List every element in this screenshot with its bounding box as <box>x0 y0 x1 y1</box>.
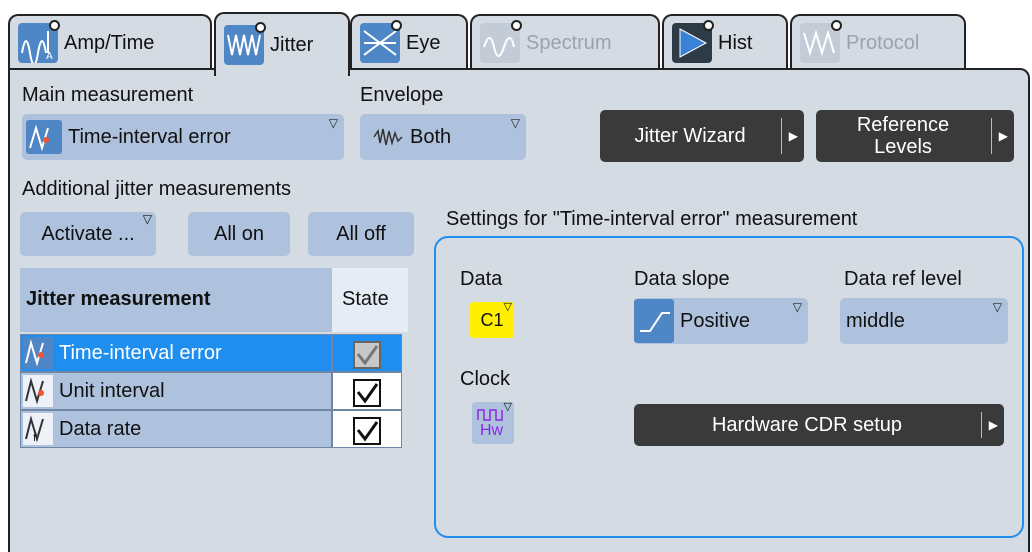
histogram-icon <box>672 20 714 63</box>
envelope-value: Both <box>410 125 452 148</box>
hardware-cdr-setup-button[interactable]: Hardware CDR setup ▶ <box>634 404 1004 446</box>
tab-hist[interactable]: Hist <box>662 14 788 70</box>
row-name-cell[interactable]: f Data rate <box>20 410 332 448</box>
tab-protocol[interactable]: Protocol <box>790 14 966 70</box>
time-interval-error-icon <box>26 120 62 154</box>
settings-title: Settings for "Time-interval error" measu… <box>446 208 858 230</box>
row-name: Time-interval error <box>59 341 222 364</box>
jitter-icon <box>224 22 266 65</box>
chevron-down-icon: ▽ <box>510 116 520 130</box>
table-row[interactable]: Unit interval <box>20 372 408 410</box>
activate-label: Activate ... <box>41 222 135 245</box>
chevron-down-icon: ▽ <box>328 116 338 130</box>
tab-jitter[interactable]: Jitter <box>214 12 350 76</box>
chevron-down-icon: ▽ <box>503 301 512 313</box>
svg-text:A: A <box>46 51 53 62</box>
hardware-cdr-setup-label: Hardware CDR setup <box>711 413 903 436</box>
main-measurement-label: Main measurement <box>22 84 194 106</box>
reference-levels-label-line2: Levels <box>874 136 932 158</box>
all-off-button[interactable]: All off <box>308 212 414 256</box>
row-name: Unit interval <box>59 379 165 402</box>
row-name: Data rate <box>59 417 142 440</box>
data-slope-label: Data slope <box>634 268 730 290</box>
envelope-icon <box>372 127 404 147</box>
arrow-right-icon: ▶ <box>988 418 998 432</box>
protocol-icon <box>800 20 842 63</box>
all-on-label: All on <box>213 222 265 245</box>
state-checkbox[interactable] <box>353 341 381 369</box>
state-header: State <box>342 288 389 310</box>
row-state-cell[interactable] <box>332 372 402 410</box>
table-row[interactable]: f Data rate <box>20 410 408 448</box>
state-checkbox[interactable] <box>353 379 381 407</box>
clock-source-value: Hw <box>480 422 504 439</box>
table-row[interactable]: Time-interval error <box>20 334 408 372</box>
envelope-dropdown[interactable]: Both ▽ <box>360 114 526 160</box>
row-name-cell[interactable]: Time-interval error <box>20 334 332 372</box>
chevron-down-icon: ▽ <box>792 300 802 314</box>
unit-interval-icon <box>23 375 53 407</box>
data-ref-level-label: Data ref level <box>844 268 962 290</box>
clock-source-button[interactable]: Hw ▽ <box>472 401 514 444</box>
jitter-wizard-button[interactable]: Jitter Wizard ▶ <box>600 110 804 162</box>
additional-measurements-label: Additional jitter measurements <box>22 178 292 200</box>
data-ref-level-dropdown[interactable]: middle ▽ <box>840 298 1008 344</box>
tab-amp-time[interactable]: A Amp/Time <box>8 14 212 70</box>
data-source-button[interactable]: C1 ▽ <box>470 301 514 338</box>
tab-jitter-label: Jitter <box>270 33 314 56</box>
data-ref-level-value: middle <box>846 309 905 332</box>
data-rate-icon: f <box>23 413 53 445</box>
envelope-label: Envelope <box>360 84 444 106</box>
tab-spectrum-label: Spectrum <box>526 31 612 54</box>
jitter-table-header: Jitter measurement State <box>20 268 408 332</box>
reference-levels-label-line1: Reference <box>856 114 950 136</box>
chevron-down-icon: ▽ <box>503 401 512 413</box>
clock-label: Clock <box>460 368 511 390</box>
data-slope-value: Positive <box>680 309 751 332</box>
jitter-wizard-label: Jitter Wizard <box>634 124 746 147</box>
state-header-cell: State <box>332 268 408 332</box>
jitter-measurement-header: Jitter measurement <box>26 288 211 310</box>
settings-box: Data C1 ▽ Data slope Positive ▽ Data ref… <box>434 236 1024 538</box>
state-checkbox[interactable] <box>353 417 381 445</box>
all-off-label: All off <box>336 222 386 245</box>
activate-button[interactable]: Activate ... ▽ <box>20 212 156 256</box>
time-interval-error-icon <box>23 337 53 369</box>
tab-hist-label: Hist <box>718 31 753 54</box>
tab-spectrum[interactable]: Spectrum <box>470 14 660 70</box>
main-measurement-value: Time-interval error <box>68 125 231 148</box>
data-label: Data <box>460 268 503 290</box>
eye-icon <box>360 20 402 63</box>
tab-protocol-label: Protocol <box>846 31 920 54</box>
spectrum-icon <box>480 20 522 63</box>
tab-eye[interactable]: Eye <box>350 14 468 70</box>
arrow-right-icon: ▶ <box>788 129 798 143</box>
tab-eye-label: Eye <box>406 31 441 54</box>
data-slope-dropdown[interactable]: Positive ▽ <box>634 298 808 344</box>
arrow-right-icon: ▶ <box>998 129 1008 143</box>
amp-time-icon: A <box>18 20 60 63</box>
main-measurement-dropdown[interactable]: Time-interval error ▽ <box>22 114 344 160</box>
data-source-value: C1 <box>480 309 504 330</box>
row-state-cell[interactable] <box>332 334 402 372</box>
row-name-cell[interactable]: Unit interval <box>20 372 332 410</box>
chevron-down-icon: ▽ <box>142 212 152 226</box>
all-on-button[interactable]: All on <box>188 212 290 256</box>
positive-slope-icon <box>634 299 674 343</box>
chevron-down-icon: ▽ <box>992 300 1002 314</box>
reference-levels-button[interactable]: Reference Levels ▶ <box>816 110 1014 162</box>
row-state-cell[interactable] <box>332 410 402 448</box>
tab-amp-time-label: Amp/Time <box>64 31 155 54</box>
svg-text:f: f <box>33 433 37 444</box>
